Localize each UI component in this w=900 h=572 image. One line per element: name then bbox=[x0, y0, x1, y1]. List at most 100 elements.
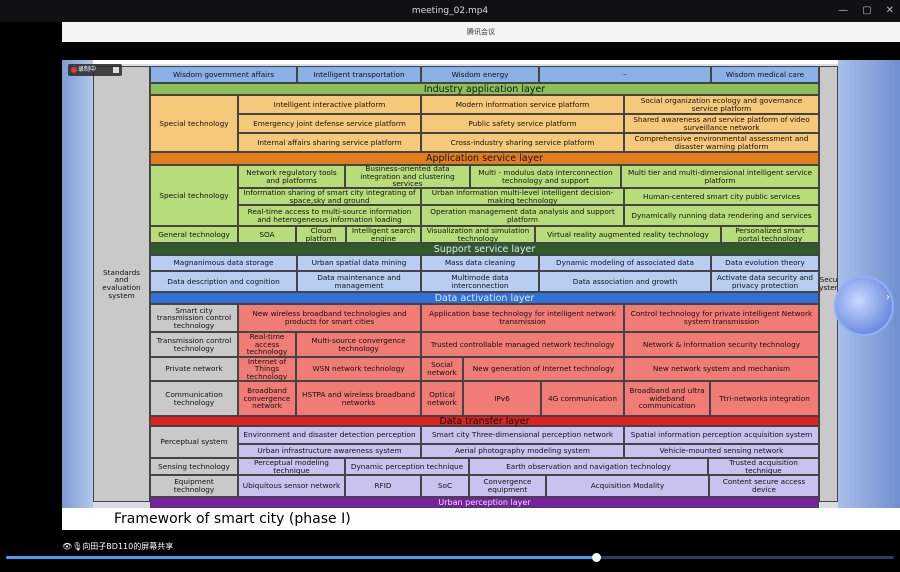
support-service-cell: Urban spatial data mining bbox=[297, 255, 421, 271]
activation-cell: Multi-source convergence technology bbox=[296, 332, 421, 357]
app-service-cell: Urban information multi-level intelligen… bbox=[421, 188, 624, 205]
perception-cell: RFID bbox=[345, 475, 421, 497]
perception-cell: Ubiquitous sensor network bbox=[238, 475, 345, 497]
industry-service-cell: Shared awareness and service platform of… bbox=[624, 114, 819, 133]
stop-icon[interactable] bbox=[113, 67, 119, 73]
activation-cell: Ttri-networks integration bbox=[710, 381, 819, 416]
app-tech-cell: Cloud platform bbox=[296, 226, 346, 243]
app-tech-cell: Visualization and simulation technology bbox=[421, 226, 535, 243]
layer-industry: Industry application layer bbox=[150, 83, 819, 95]
activation-cell: New wireless broadband technologies and … bbox=[238, 304, 421, 332]
row-label: General technology bbox=[150, 226, 238, 243]
close-icon[interactable]: ✕ bbox=[886, 0, 894, 22]
app-service-cell: Multi tier and multi-dimensional intelli… bbox=[621, 165, 819, 188]
activation-cell: 4G communication bbox=[541, 381, 624, 416]
video-progress-bar[interactable] bbox=[6, 553, 894, 562]
activation-cell: New generation of Internet technology bbox=[463, 357, 624, 381]
layer-data-transfer: Data transfer layer bbox=[150, 416, 819, 427]
smart-city-framework-grid: Wisdom government affairs Intelligent tra… bbox=[93, 64, 838, 508]
support-service-cell: Data description and cognition bbox=[150, 271, 297, 292]
activation-cell: Trusted controllable managed network tec… bbox=[421, 332, 624, 357]
slide-caption: Framework of smart city (phase I) bbox=[114, 511, 351, 527]
perception-cell: Urban infrastructure awareness system bbox=[238, 444, 421, 458]
activation-cell: Network & information security technolog… bbox=[624, 332, 819, 357]
chevron-right-icon[interactable]: › bbox=[886, 292, 896, 306]
app-service-cell: Information sharing of smart city integr… bbox=[238, 188, 421, 205]
industry-service-cell: Intelligent interactive platform bbox=[238, 95, 421, 114]
activation-cell: New network system and mechanism bbox=[624, 357, 819, 381]
activation-cell: Application base technology for intellig… bbox=[421, 304, 624, 332]
layer-data-activation: Data activation layer bbox=[150, 292, 819, 304]
activation-cell: Broadband and ultra wideband communicati… bbox=[624, 381, 710, 416]
perception-cell: SoC bbox=[421, 475, 469, 497]
industry-domain-cell: – bbox=[539, 66, 711, 83]
row-label: Special technology bbox=[150, 165, 238, 226]
row-label: Equipment technology bbox=[150, 475, 238, 497]
activation-cell: WSN network technology bbox=[296, 357, 421, 381]
activation-cell: IPv6 bbox=[463, 381, 541, 416]
progress-fill bbox=[6, 556, 596, 559]
industry-service-cell: Public safety service platform bbox=[421, 114, 624, 133]
perception-cell: Environment and disaster detection perce… bbox=[238, 426, 421, 444]
industry-service-cell: Modern information service platform bbox=[421, 95, 624, 114]
layer-application-service: Application service layer bbox=[150, 152, 819, 165]
support-service-cell: Data maintenance and management bbox=[297, 271, 421, 292]
side-label-standards: Standards and evaluation system bbox=[93, 66, 150, 502]
perception-cell: Dynamic perception technique bbox=[345, 458, 469, 475]
record-dot-icon bbox=[71, 67, 77, 73]
industry-service-cell: Emergency joint defense service platform bbox=[238, 114, 421, 133]
window-titlebar: meeting_02.mp4 — ▢ ✕ bbox=[0, 0, 900, 22]
industry-domain-cell: Intelligent transportation bbox=[297, 66, 421, 83]
recording-badge[interactable]: 录制中 bbox=[68, 64, 122, 76]
activation-cell: Real-time access technology bbox=[238, 332, 296, 357]
industry-service-cell: Comprehensive environmental assessment a… bbox=[624, 133, 819, 152]
maximize-icon[interactable]: ▢ bbox=[862, 0, 871, 22]
app-service-cell: Network regulatory tools and platforms bbox=[238, 165, 345, 188]
window-controls: — ▢ ✕ bbox=[838, 0, 894, 22]
support-service-cell: Magnanimous data storage bbox=[150, 255, 297, 271]
app-service-cell: Real-time access to multi-source informa… bbox=[238, 205, 421, 226]
meeting-app-label: 腾讯会议 bbox=[467, 28, 495, 36]
activation-cell: Optical network bbox=[421, 381, 463, 416]
industry-service-cell: Internal affairs sharing service platfor… bbox=[238, 133, 421, 152]
window-title: meeting_02.mp4 bbox=[411, 6, 489, 16]
activation-cell: Social network bbox=[421, 357, 463, 381]
perception-cell: Perceptual modeling technique bbox=[238, 458, 345, 475]
row-label: Transmission control technology bbox=[150, 332, 238, 357]
perception-cell: Convergence equipment bbox=[469, 475, 546, 497]
slide-left-decoration bbox=[62, 60, 93, 508]
perception-cell: Acquisition Modality bbox=[546, 475, 709, 497]
support-service-cell: Multimode data interconnection bbox=[421, 271, 539, 292]
industry-domain-cell: Wisdom energy bbox=[421, 66, 539, 83]
perception-cell: Vehicle-mounted sensing network bbox=[624, 444, 819, 458]
perception-cell: Aerial photography modeling system bbox=[421, 444, 624, 458]
row-label: Smart city transmission control technolo… bbox=[150, 304, 238, 332]
support-service-cell: Activate data security and privacy prote… bbox=[711, 271, 819, 292]
support-service-cell: Mass data cleaning bbox=[421, 255, 539, 271]
layer-support-service: Support service layer bbox=[150, 243, 819, 255]
perception-cell: Trusted acquisition technique bbox=[708, 458, 819, 475]
app-tech-cell: Virtual reality augmented reality techno… bbox=[535, 226, 721, 243]
minimize-icon[interactable]: — bbox=[838, 0, 848, 22]
recording-label: 录制中 bbox=[78, 66, 97, 73]
app-service-cell: Multi - modulus data interconnection tec… bbox=[470, 165, 621, 188]
perception-cell: Spatial information perception acquisiti… bbox=[624, 426, 819, 444]
industry-service-cell: Cross-industry sharing service platform bbox=[421, 133, 624, 152]
support-service-cell: Data evolution theory bbox=[711, 255, 819, 271]
activation-cell: Broadband convergence network bbox=[238, 381, 296, 416]
support-service-cell: Data association and growth bbox=[539, 271, 711, 292]
activation-cell: Internet of Things technology bbox=[238, 357, 296, 381]
industry-service-cell: Social organization ecology and governan… bbox=[624, 95, 819, 114]
app-service-cell: Business-oriented data integration and c… bbox=[345, 165, 470, 188]
progress-handle[interactable] bbox=[591, 553, 601, 562]
app-service-cell: Human-centered smart city public service… bbox=[624, 188, 819, 205]
perception-cell: Smart city Three-dimensional perception … bbox=[421, 426, 624, 444]
app-tech-cell: Intelligent search engine bbox=[346, 226, 421, 243]
support-service-cell: Dynamic modeling of associated data bbox=[539, 255, 711, 271]
app-tech-cell: Personalized smart portal technology bbox=[721, 226, 819, 243]
app-service-cell: Operation management data analysis and s… bbox=[421, 205, 624, 226]
industry-domain-cell: Wisdom medical care bbox=[711, 66, 819, 83]
app-service-cell: Dynamically running data rendering and s… bbox=[624, 205, 819, 226]
meeting-app-bar: 腾讯会议 bbox=[62, 22, 900, 42]
participant-avatar[interactable] bbox=[834, 276, 894, 336]
